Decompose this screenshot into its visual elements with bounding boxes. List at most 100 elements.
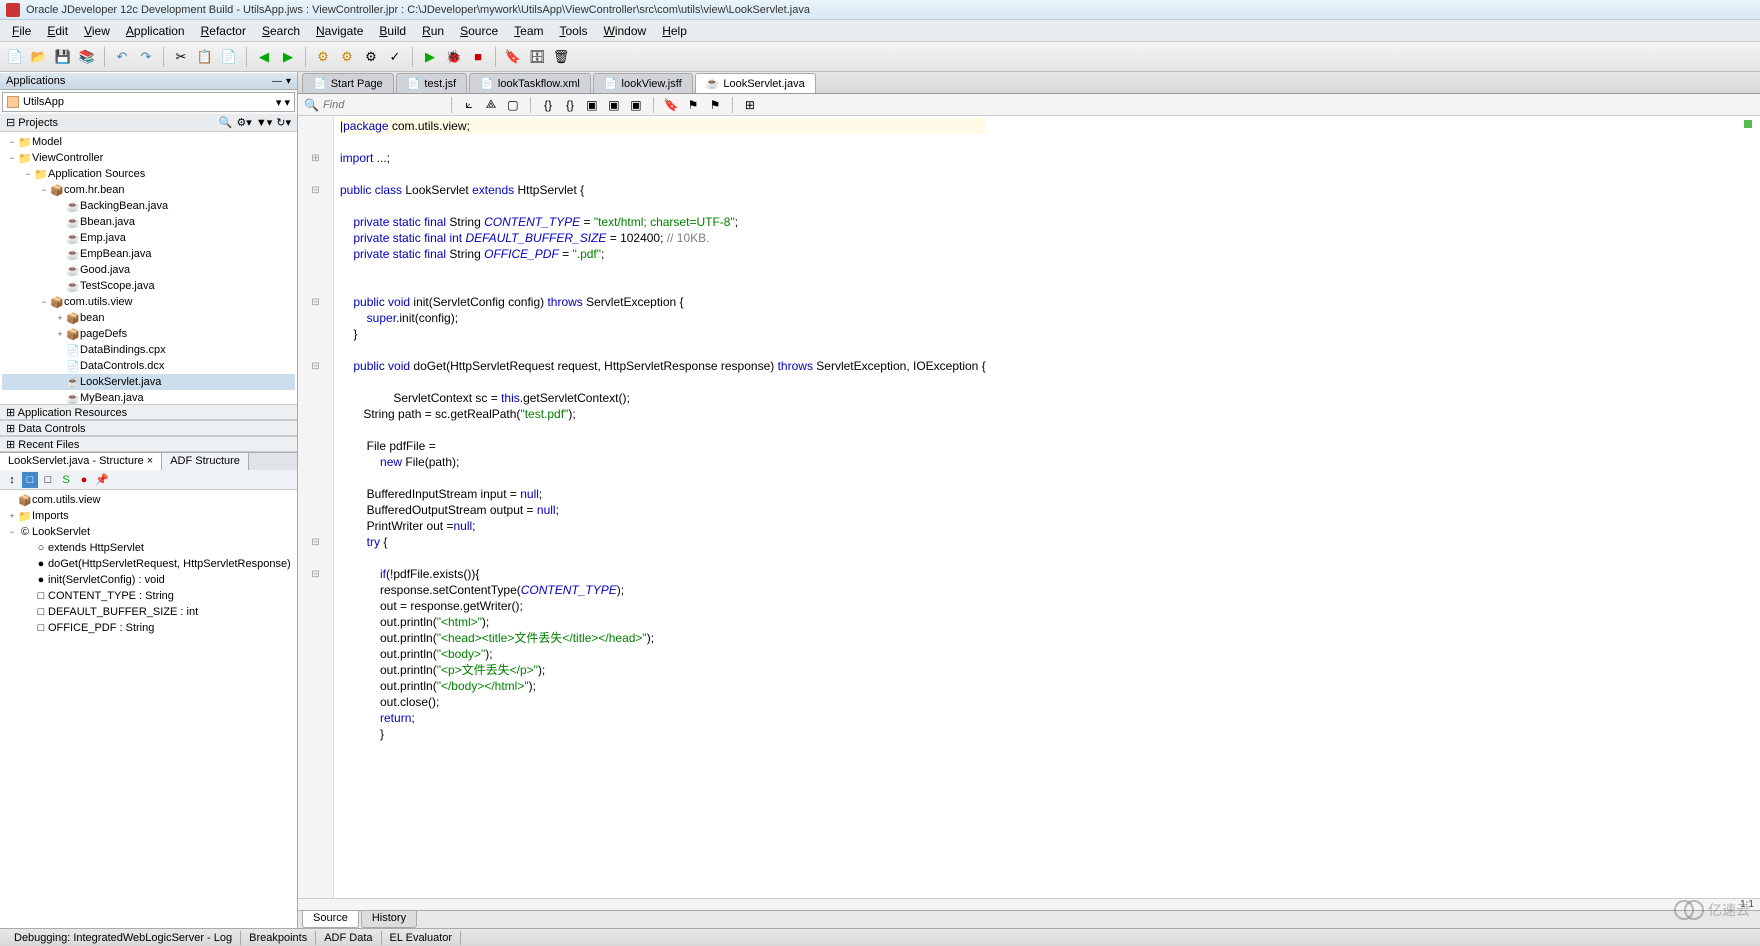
menu-refactor[interactable]: Refactor	[193, 22, 254, 40]
code-line[interactable]: if(!pdfFile.exists()){	[340, 566, 986, 582]
open-button[interactable]: 📂	[28, 46, 50, 68]
forward-button[interactable]: ▶	[277, 46, 299, 68]
code-line[interactable]: out.println("<html>");	[340, 614, 986, 630]
structure-tree[interactable]: 📦com.utils.view+📁Imports−©LookServlet○ex…	[0, 490, 297, 928]
code-line[interactable]: String path = sc.getRealPath("test.pdf")…	[340, 406, 986, 422]
code-line[interactable]: out.println("<body>");	[340, 646, 986, 662]
nav3-icon[interactable]: ▣	[627, 96, 645, 114]
tree-item[interactable]: +📦bean	[2, 310, 295, 326]
editor-tab[interactable]: ☕LookServlet.java	[695, 73, 816, 93]
stop-button[interactable]: ■	[467, 46, 489, 68]
adf-data-tab[interactable]: ADF Data	[316, 931, 381, 945]
funnel-icon[interactable]: ▼▾	[256, 116, 272, 129]
code-line[interactable]: out.println("<head><title>文件丢失</title></…	[340, 630, 986, 646]
structure-item[interactable]: ●doGet(HttpServletRequest, HttpServletRe…	[2, 556, 295, 572]
code-line[interactable]	[340, 342, 986, 358]
pin-icon[interactable]: 📌	[94, 472, 110, 488]
code-line[interactable]: public void init(ServletConfig config) t…	[340, 294, 986, 310]
tree-item[interactable]: −📁ViewController	[2, 150, 295, 166]
structure-item[interactable]: +📁Imports	[2, 508, 295, 524]
code-line[interactable]	[340, 198, 986, 214]
save-button[interactable]: 💾	[52, 46, 74, 68]
code-line[interactable]: new File(path);	[340, 454, 986, 470]
structure-item[interactable]: −©LookServlet	[2, 524, 295, 540]
tree-item[interactable]: ☕MyBean.java	[2, 390, 295, 404]
code-line[interactable]: }	[340, 726, 986, 742]
btn-icon[interactable]: □	[40, 472, 56, 488]
copy-button[interactable]: 📋	[194, 46, 216, 68]
tree-item[interactable]: −📦com.utils.view	[2, 294, 295, 310]
code-line[interactable]: File pdfFile =	[340, 438, 986, 454]
code-line[interactable]	[340, 470, 986, 486]
filter-icon[interactable]: ⚙▾	[236, 116, 251, 129]
db-button[interactable]: 🗄	[526, 46, 548, 68]
editor-view-tab[interactable]: History	[361, 911, 417, 928]
new-button[interactable]: 📄	[4, 46, 26, 68]
code-line[interactable]: private static final String OFFICE_PDF =…	[340, 246, 986, 262]
block-start-icon[interactable]: {}	[539, 96, 557, 114]
tree-item[interactable]: ☕Bbean.java	[2, 214, 295, 230]
structure-item[interactable]: □DEFAULT_BUFFER_SIZE : int	[2, 604, 295, 620]
tree-item[interactable]: +📦pageDefs	[2, 326, 295, 342]
gear-icon[interactable]: ⚙	[360, 46, 382, 68]
rebuild-button[interactable]: ⚙	[336, 46, 358, 68]
application-selector[interactable]: UtilsApp ▾ ▾	[2, 92, 295, 112]
refresh-icon[interactable]: ↻▾	[276, 116, 291, 129]
code-line[interactable]: |package com.utils.view;	[340, 118, 986, 134]
code-line[interactable]: private static final int DEFAULT_BUFFER_…	[340, 230, 986, 246]
code-line[interactable]: super.init(config);	[340, 310, 986, 326]
code-line[interactable]: out.println("<p>文件丢失</p>");	[340, 662, 986, 678]
menu-edit[interactable]: Edit	[39, 22, 76, 40]
menu-file[interactable]: File	[4, 22, 39, 40]
outdent-icon[interactable]: ⟁	[482, 96, 500, 114]
code-line[interactable]: out = response.getWriter();	[340, 598, 986, 614]
build-button[interactable]: ⚙	[312, 46, 334, 68]
code-line[interactable]: out.close();	[340, 694, 986, 710]
code-line[interactable]	[340, 550, 986, 566]
code-line[interactable]	[340, 422, 986, 438]
sort-icon[interactable]: ↕	[4, 472, 20, 488]
dropdown-icon[interactable]: ▾	[286, 76, 291, 87]
debug-status[interactable]: Debugging: IntegratedWebLogicServer - Lo…	[6, 931, 241, 945]
panel-header[interactable]: ⊞ Data Controls	[0, 420, 297, 436]
menu-tools[interactable]: Tools	[552, 22, 596, 40]
bookmark-icon[interactable]: 🔖	[662, 96, 680, 114]
panel-header[interactable]: ⊞ Recent Files	[0, 436, 297, 452]
save-all-button[interactable]: 📚	[76, 46, 98, 68]
code-line[interactable]: return;	[340, 710, 986, 726]
structure-item[interactable]: ●init(ServletConfig) : void	[2, 572, 295, 588]
bookmark-button[interactable]: 🔖	[502, 46, 524, 68]
tree-item[interactable]: ☕TestScope.java	[2, 278, 295, 294]
code-line[interactable]: out.println("</body></html>");	[340, 678, 986, 694]
structure-tab[interactable]: LookServlet.java - Structure ×	[0, 453, 162, 470]
menu-window[interactable]: Window	[596, 22, 655, 40]
code[interactable]: |package com.utils.view;import ...;publi…	[334, 116, 992, 898]
find-input[interactable]	[323, 99, 443, 111]
menu-source[interactable]: Source	[452, 22, 506, 40]
menu-navigate[interactable]: Navigate	[308, 22, 371, 40]
run-button[interactable]: ▶	[419, 46, 441, 68]
panel-header[interactable]: ⊞ Application Resources	[0, 404, 297, 420]
code-line[interactable]	[340, 262, 986, 278]
flag2-icon[interactable]: ⚑	[706, 96, 724, 114]
tree-item[interactable]: −📦com.hr.bean	[2, 182, 295, 198]
tree-item[interactable]: ☕EmpBean.java	[2, 246, 295, 262]
audit-button[interactable]: ✓	[384, 46, 406, 68]
redo-button[interactable]: ↷	[135, 46, 157, 68]
tree-item[interactable]: ☕LookServlet.java	[2, 374, 295, 390]
editor-tab[interactable]: 📄test.jsf	[396, 73, 468, 93]
tree-item[interactable]: 📄DataBindings.cpx	[2, 342, 295, 358]
code-line[interactable]: }	[340, 326, 986, 342]
el-evaluator-tab[interactable]: EL Evaluator	[382, 931, 462, 945]
back-button[interactable]: ◀	[253, 46, 275, 68]
view-icon[interactable]: □	[22, 472, 38, 488]
editor-tab[interactable]: 📄lookView.jsff	[593, 73, 693, 93]
structure-item[interactable]: ○extends HttpServlet	[2, 540, 295, 556]
code-line[interactable]: BufferedInputStream input = null;	[340, 486, 986, 502]
tree-item[interactable]: ☕Good.java	[2, 262, 295, 278]
project-tree[interactable]: −📁Model−📁ViewController−📁Application Sou…	[0, 132, 297, 404]
menu-application[interactable]: Application	[118, 22, 193, 40]
paste-button[interactable]: 📄	[218, 46, 240, 68]
undo-button[interactable]: ↶	[111, 46, 133, 68]
menu-build[interactable]: Build	[371, 22, 414, 40]
